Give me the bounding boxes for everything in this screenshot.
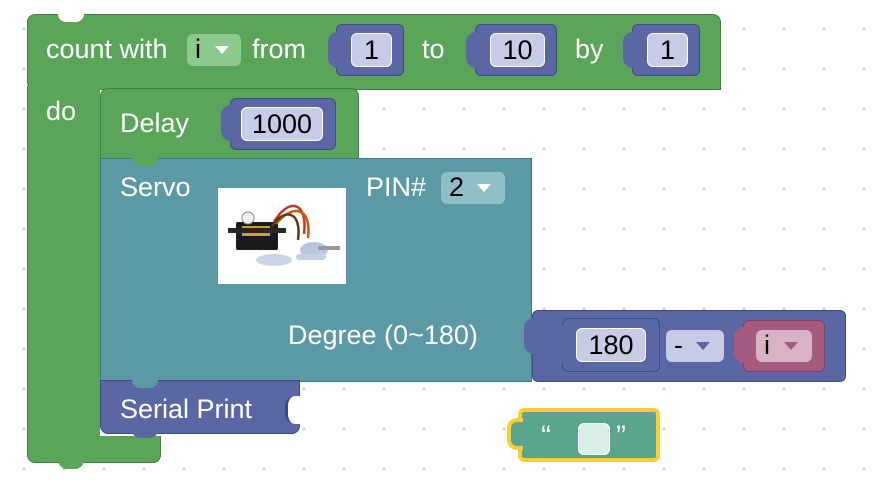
servo-label: Servo — [120, 172, 191, 202]
serial-bottom-tab — [132, 430, 158, 438]
serial-top-notch — [132, 380, 158, 388]
text-value-field[interactable] — [578, 423, 610, 455]
text-output-notch — [507, 418, 523, 450]
math-operator-dropdown[interactable]: - — [666, 330, 724, 362]
chevron-down-icon — [784, 342, 798, 350]
math-left-value-field[interactable]: 180 — [576, 328, 646, 362]
to-value-field[interactable]: 10 — [490, 33, 545, 67]
variable-i-dropdown[interactable]: i — [756, 330, 812, 362]
variable-i-value: i — [764, 330, 770, 360]
by-value-field[interactable]: 1 — [647, 33, 688, 67]
servo-motor-image — [218, 188, 346, 284]
count-with-label: count with — [46, 34, 168, 64]
from-label: from — [252, 34, 306, 64]
delay-label: Delay — [120, 108, 190, 138]
count-loop-spine[interactable] — [27, 86, 100, 438]
math-output-notch — [524, 318, 542, 354]
serial-print-label: Serial Print — [120, 394, 253, 424]
pin-value: 2 — [449, 172, 465, 202]
variable-i-notch — [734, 327, 752, 363]
do-label: do — [46, 96, 77, 126]
servo-motor-icon — [228, 204, 340, 266]
chevron-down-icon — [696, 342, 710, 350]
count-loop-footer[interactable] — [27, 436, 161, 463]
degree-label: Degree (0~180) — [288, 320, 478, 350]
pin-label: PIN# — [366, 172, 427, 202]
by-input-notch — [623, 32, 641, 68]
from-input-notch — [328, 32, 346, 68]
math-operator-value: - — [674, 330, 683, 360]
to-label: to — [422, 34, 445, 64]
loop-top-notch — [58, 14, 84, 22]
by-label: by — [575, 34, 604, 64]
chevron-down-icon — [477, 184, 491, 192]
servo-top-notch — [132, 158, 158, 166]
chevron-down-icon — [215, 46, 229, 54]
to-input-notch — [466, 32, 484, 68]
open-quote-icon: “ — [541, 420, 551, 453]
close-quote-icon: ” — [616, 420, 626, 453]
math-left-notch — [553, 326, 571, 362]
delay-input-notch — [221, 105, 239, 141]
loop-bottom-tab — [58, 460, 84, 469]
serial-input-socket[interactable] — [285, 396, 304, 424]
loop-variable-dropdown[interactable]: i — [187, 34, 241, 66]
from-value-field[interactable]: 1 — [351, 33, 392, 67]
delay-value-field[interactable]: 1000 — [241, 107, 323, 141]
pin-dropdown[interactable]: 2 — [441, 172, 505, 204]
loop-variable-value: i — [195, 34, 201, 64]
